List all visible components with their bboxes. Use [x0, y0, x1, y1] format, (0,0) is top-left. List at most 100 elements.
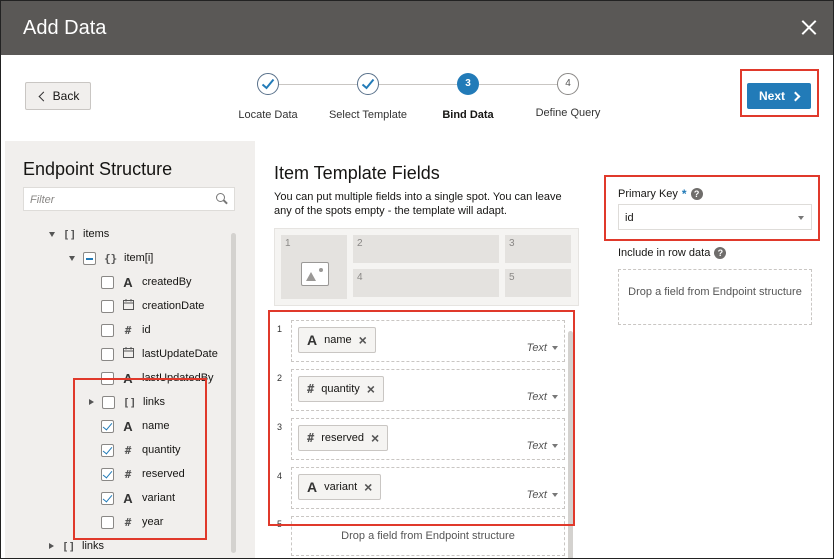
primary-key-label: Primary Key * ?	[618, 187, 703, 201]
endpoint-tree: [] items {} item[i] A createdBy creation…	[5, 211, 231, 558]
slots-scrollbar[interactable]	[568, 331, 573, 558]
slot-5-dropzone[interactable]: Drop a field from Endpoint structure	[291, 516, 565, 556]
tree-checkbox-mixed[interactable]	[83, 251, 96, 265]
search-icon[interactable]	[216, 193, 228, 205]
row-data-dropzone[interactable]: Drop a field from Endpoint structure	[618, 269, 812, 325]
text-icon: A	[123, 370, 133, 386]
tree-label: variant	[142, 492, 176, 504]
tree-row-lastupdatedate[interactable]: lastUpdateDate	[101, 344, 218, 364]
tree-row-name[interactable]: A name	[101, 416, 170, 436]
caret-down-icon	[552, 444, 558, 448]
tree-checkbox[interactable]	[102, 395, 115, 409]
step-locate-data-done-icon[interactable]	[257, 73, 279, 95]
chip-label: name	[324, 334, 352, 346]
back-button[interactable]: Back	[25, 82, 91, 110]
tree-scrollbar[interactable]	[231, 233, 236, 553]
date-icon	[122, 347, 134, 361]
text-icon: A	[123, 274, 133, 290]
template-cell-number: 1	[285, 238, 291, 249]
template-cell-3: 3	[505, 235, 571, 263]
field-chip-reserved[interactable]: # reserved ×	[298, 425, 389, 451]
tree-label: creationDate	[142, 300, 205, 312]
tree-row-createdby[interactable]: A createdBy	[101, 272, 192, 292]
tree-checkbox[interactable]	[101, 323, 114, 337]
tree-checkbox[interactable]	[101, 515, 114, 529]
remove-icon[interactable]: ×	[364, 480, 372, 494]
tree-checkbox-checked[interactable]	[101, 419, 114, 433]
image-icon	[301, 262, 329, 286]
next-button[interactable]: Next	[747, 83, 811, 109]
number-icon: #	[124, 515, 132, 529]
type-select[interactable]: Text	[527, 391, 558, 403]
field-chip-name[interactable]: A name ×	[298, 327, 376, 353]
remove-icon[interactable]: ×	[359, 333, 367, 347]
endpoint-structure-title: Endpoint Structure	[23, 159, 173, 179]
slot-4-dropzone[interactable]: A variant × Text	[291, 467, 565, 509]
slot-number: 4	[277, 471, 283, 481]
tree-row-items[interactable]: [] items	[49, 224, 109, 244]
tree-row-creationdate[interactable]: creationDate	[101, 296, 204, 316]
tree-checkbox[interactable]	[101, 275, 114, 289]
primary-key-select[interactable]: id	[618, 204, 812, 230]
step-select-template-done-icon[interactable]	[357, 73, 379, 95]
back-button-label: Back	[52, 89, 80, 103]
slot-number: 2	[277, 373, 283, 383]
row-data-text: Include in row data	[618, 247, 711, 259]
step-label-select-template: Select Template	[328, 109, 408, 121]
type-select[interactable]: Text	[527, 342, 558, 354]
type-select[interactable]: Text	[527, 440, 558, 452]
remove-icon[interactable]: ×	[367, 382, 375, 396]
close-icon[interactable]	[801, 19, 817, 35]
filter-input[interactable]: Filter	[23, 187, 235, 211]
field-chip-variant[interactable]: A variant ×	[298, 474, 382, 500]
add-data-dialog: Add Data Back 3 4 Locate Data Select Tem…	[0, 0, 834, 559]
tree-label: name	[142, 420, 170, 432]
tree-checkbox-checked[interactable]	[101, 467, 114, 481]
collapse-triangle-icon[interactable]	[89, 399, 94, 405]
tree-checkbox[interactable]	[101, 371, 114, 385]
tree-row-quantity[interactable]: # quantity	[101, 440, 181, 460]
filter-placeholder: Filter	[30, 194, 55, 206]
item-template-description: You can put multiple fields into a singl…	[274, 191, 562, 217]
expand-triangle-icon[interactable]	[69, 255, 75, 261]
type-value: Text	[526, 489, 547, 501]
number-icon: #	[124, 467, 132, 481]
collapse-triangle-icon[interactable]	[49, 543, 54, 549]
slot-3-dropzone[interactable]: # reserved × Text	[291, 418, 565, 460]
step-label-bind-data: Bind Data	[442, 109, 494, 121]
tree-checkbox[interactable]	[101, 299, 114, 313]
tree-label: createdBy	[142, 276, 192, 288]
text-icon: A	[307, 479, 318, 495]
expand-triangle-icon[interactable]	[49, 231, 55, 237]
number-icon: #	[307, 431, 315, 445]
object-icon: {}	[104, 251, 118, 265]
help-icon[interactable]: ?	[714, 247, 727, 259]
template-cell-2: 2	[353, 235, 499, 263]
tree-row-links[interactable]: [] links	[49, 536, 104, 556]
dialog-title: Add Data	[23, 17, 107, 39]
type-select[interactable]: Text	[527, 489, 558, 501]
type-value: Text	[526, 391, 547, 403]
help-icon[interactable]: ?	[690, 188, 703, 200]
step-define-query[interactable]: 4	[557, 73, 579, 95]
tree-row-links-nested[interactable]: [] links	[89, 392, 165, 412]
slot-2-dropzone[interactable]: # quantity × Text	[291, 369, 565, 411]
tree-label: lastUpdateDate	[142, 348, 218, 360]
tree-row-variant[interactable]: A variant	[101, 488, 175, 508]
tree-row-reserved[interactable]: # reserved	[101, 464, 185, 484]
tree-checkbox[interactable]	[101, 347, 114, 361]
tree-checkbox-checked[interactable]	[101, 491, 114, 505]
next-button-label: Next	[758, 89, 785, 103]
remove-icon[interactable]: ×	[371, 431, 379, 445]
tree-row-item-i[interactable]: {} item[i]	[69, 248, 153, 268]
tree-row-year[interactable]: # year	[101, 512, 163, 532]
tree-row-lastupdatedby[interactable]: A lastUpdatedBy	[101, 368, 214, 388]
field-chip-quantity[interactable]: # quantity ×	[298, 376, 384, 402]
slot-1-dropzone[interactable]: A name × Text	[291, 320, 565, 362]
array-icon: []	[123, 395, 137, 409]
tree-label: id	[142, 324, 151, 336]
step-bind-data-current[interactable]: 3	[457, 73, 479, 95]
tree-row-id[interactable]: # id	[101, 320, 151, 340]
tree-checkbox-checked[interactable]	[101, 443, 114, 457]
tree-label: items	[83, 228, 110, 240]
